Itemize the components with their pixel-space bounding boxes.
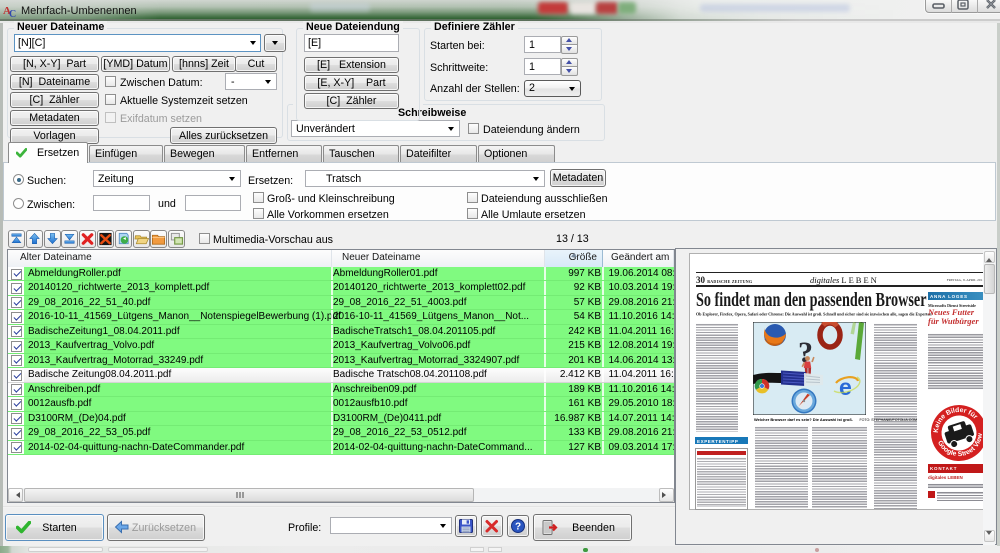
svg-text:C: C (9, 9, 16, 18)
svg-text:?: ? (515, 522, 521, 533)
